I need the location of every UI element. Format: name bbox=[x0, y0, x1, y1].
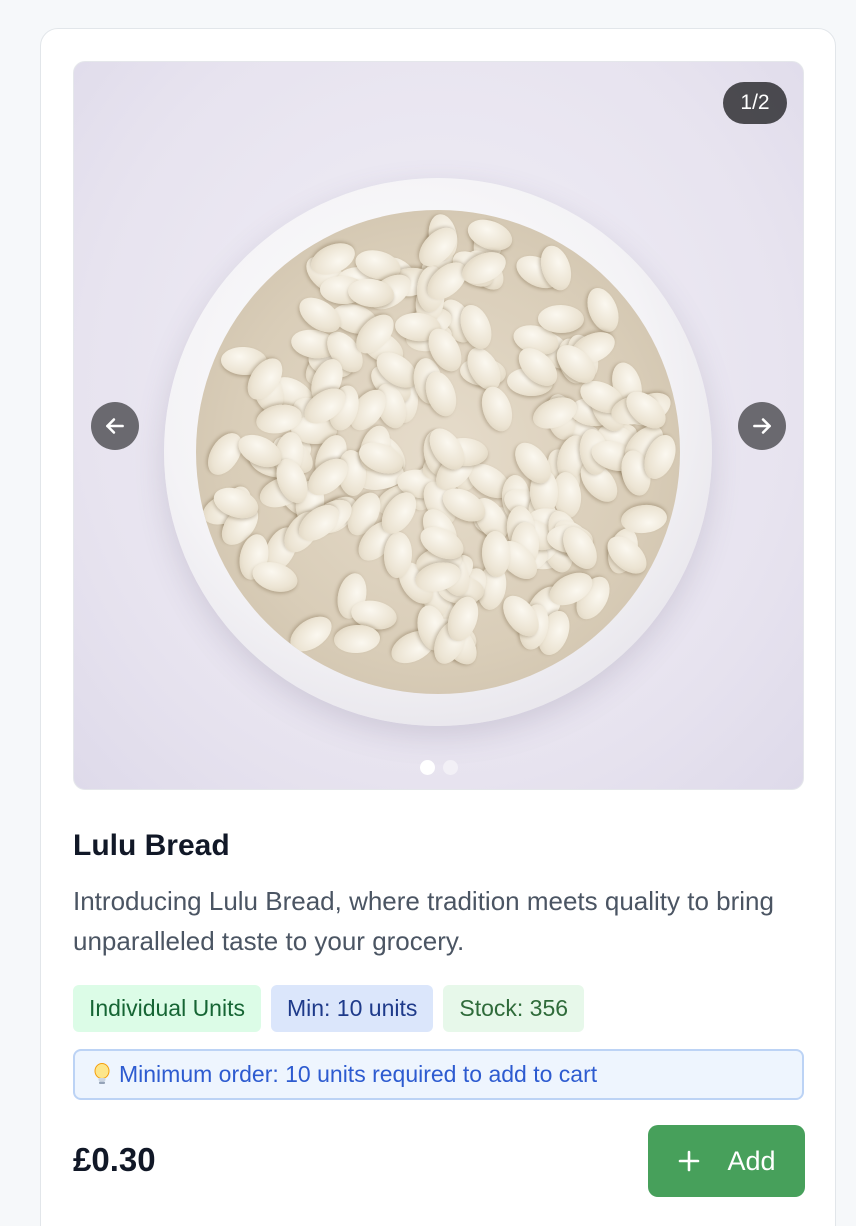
minimum-units-badge: Min: 10 units bbox=[270, 985, 434, 1032]
next-image-button[interactable] bbox=[738, 402, 786, 450]
bean-shape bbox=[463, 214, 517, 257]
product-description: Introducing Lulu Bread, where tradition … bbox=[73, 886, 774, 956]
pagination-dot-2[interactable] bbox=[442, 760, 458, 775]
bean-shape bbox=[284, 609, 339, 659]
bean-shape bbox=[600, 529, 654, 582]
lightbulb-icon bbox=[93, 1062, 111, 1087]
product-image-gallery[interactable]: 1/2 bbox=[73, 61, 804, 790]
minimum-order-notice: Minimum order: 10 units required to add … bbox=[73, 1049, 804, 1100]
bean-shape bbox=[476, 383, 518, 436]
plus-icon bbox=[679, 1150, 700, 1172]
product-card: 1/2 Lulu Bread Introducing Lulu Bread, w… bbox=[40, 28, 836, 1226]
image-counter: 1/2 bbox=[723, 82, 787, 124]
product-tags: Individual Units Min: 10 units Stock: 35… bbox=[73, 985, 585, 1032]
previous-image-button[interactable] bbox=[91, 402, 139, 450]
bean-shape bbox=[537, 304, 585, 334]
stock-badge: Stock: 356 bbox=[443, 985, 585, 1032]
arrow-left-icon bbox=[106, 418, 124, 434]
product-price: £0.30 bbox=[73, 1141, 156, 1178]
arrow-right-icon bbox=[753, 418, 771, 434]
image-pagination-dots bbox=[74, 760, 803, 775]
product-title: Lulu Bread bbox=[73, 829, 230, 862]
add-to-cart-button[interactable]: Add bbox=[648, 1125, 805, 1197]
bean-shape bbox=[333, 624, 382, 655]
pagination-dot-1[interactable] bbox=[419, 760, 435, 775]
minimum-order-text: Minimum order: 10 units required to add … bbox=[119, 1061, 598, 1087]
bean-shape bbox=[581, 283, 625, 337]
add-button-label: Add bbox=[727, 1145, 776, 1176]
product-image bbox=[164, 178, 712, 726]
beans-image-fill bbox=[196, 210, 680, 694]
individual-units-badge: Individual Units bbox=[73, 985, 261, 1032]
